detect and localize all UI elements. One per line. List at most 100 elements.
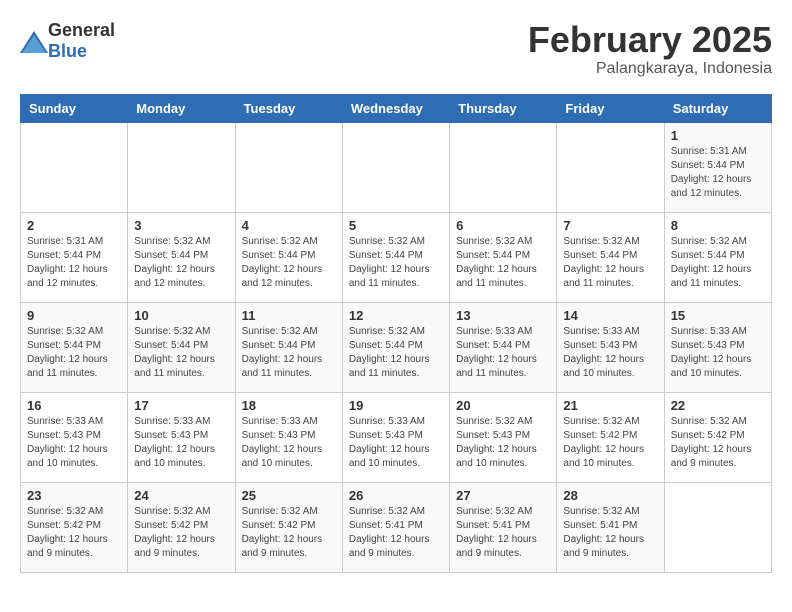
calendar-table: SundayMondayTuesdayWednesdayThursdayFrid… <box>20 94 772 573</box>
calendar-body: 1 Sunrise: 5:31 AM Sunset: 5:44 PM Daylig… <box>21 122 772 572</box>
calendar-week-row: 9 Sunrise: 5:32 AM Sunset: 5:44 PM Daylig… <box>21 302 772 392</box>
weekday-header-cell: Saturday <box>664 94 771 122</box>
day-number: 1 <box>671 128 765 143</box>
day-number: 28 <box>563 488 657 503</box>
day-info: Sunrise: 5:32 AM Sunset: 5:41 PM Dayligh… <box>349 505 443 561</box>
calendar-cell: 18 Sunrise: 5:33 AM Sunset: 5:43 PM Dayli… <box>235 392 342 482</box>
calendar-cell: 23 Sunrise: 5:32 AM Sunset: 5:42 PM Dayli… <box>21 482 128 572</box>
day-info: Sunrise: 5:33 AM Sunset: 5:43 PM Dayligh… <box>134 415 228 471</box>
calendar-cell: 4 Sunrise: 5:32 AM Sunset: 5:44 PM Daylig… <box>235 212 342 302</box>
weekday-header-cell: Thursday <box>450 94 557 122</box>
day-info: Sunrise: 5:32 AM Sunset: 5:44 PM Dayligh… <box>134 325 228 381</box>
day-number: 4 <box>242 218 336 233</box>
calendar-week-row: 2 Sunrise: 5:31 AM Sunset: 5:44 PM Daylig… <box>21 212 772 302</box>
calendar-cell <box>450 122 557 212</box>
logo: General Blue <box>20 20 115 62</box>
day-info: Sunrise: 5:31 AM Sunset: 5:44 PM Dayligh… <box>27 235 121 291</box>
calendar-cell: 24 Sunrise: 5:32 AM Sunset: 5:42 PM Dayli… <box>128 482 235 572</box>
day-info: Sunrise: 5:33 AM Sunset: 5:43 PM Dayligh… <box>563 325 657 381</box>
calendar-cell: 5Sunrise: 5:32 AM Sunset: 5:44 PM Daylig… <box>342 212 449 302</box>
calendar-cell: 16Sunrise: 5:33 AM Sunset: 5:43 PM Dayli… <box>21 392 128 482</box>
day-info: Sunrise: 5:32 AM Sunset: 5:42 PM Dayligh… <box>671 415 765 471</box>
day-info: Sunrise: 5:32 AM Sunset: 5:44 PM Dayligh… <box>456 235 550 291</box>
calendar-cell: 17 Sunrise: 5:33 AM Sunset: 5:43 PM Dayli… <box>128 392 235 482</box>
day-number: 20 <box>456 398 550 413</box>
day-info: Sunrise: 5:32 AM Sunset: 5:42 PM Dayligh… <box>27 505 121 561</box>
calendar-cell: 22 Sunrise: 5:32 AM Sunset: 5:42 PM Dayli… <box>664 392 771 482</box>
day-info: Sunrise: 5:33 AM Sunset: 5:44 PM Dayligh… <box>456 325 550 381</box>
title-block: February 2025 Palangkaraya, Indonesia <box>528 20 772 78</box>
day-number: 25 <box>242 488 336 503</box>
logo-general: General <box>48 20 115 40</box>
weekday-header-row: SundayMondayTuesdayWednesdayThursdayFrid… <box>21 94 772 122</box>
day-info: Sunrise: 5:32 AM Sunset: 5:44 PM Dayligh… <box>27 325 121 381</box>
month-title: February 2025 <box>528 20 772 60</box>
day-info: Sunrise: 5:33 AM Sunset: 5:43 PM Dayligh… <box>349 415 443 471</box>
day-info: Sunrise: 5:32 AM Sunset: 5:43 PM Dayligh… <box>456 415 550 471</box>
logo-icon <box>20 31 44 51</box>
day-info: Sunrise: 5:32 AM Sunset: 5:42 PM Dayligh… <box>242 505 336 561</box>
day-number: 21 <box>563 398 657 413</box>
day-number: 19 <box>349 398 443 413</box>
calendar-cell <box>342 122 449 212</box>
calendar-cell: 25 Sunrise: 5:32 AM Sunset: 5:42 PM Dayli… <box>235 482 342 572</box>
calendar-cell: 26 Sunrise: 5:32 AM Sunset: 5:41 PM Dayli… <box>342 482 449 572</box>
calendar-cell <box>664 482 771 572</box>
day-info: Sunrise: 5:32 AM Sunset: 5:44 PM Dayligh… <box>349 325 443 381</box>
calendar-cell: 13 Sunrise: 5:33 AM Sunset: 5:44 PM Dayli… <box>450 302 557 392</box>
day-number: 16 <box>27 398 121 413</box>
calendar-cell: 21Sunrise: 5:32 AM Sunset: 5:42 PM Dayli… <box>557 392 664 482</box>
day-info: Sunrise: 5:32 AM Sunset: 5:44 PM Dayligh… <box>242 325 336 381</box>
weekday-header-cell: Tuesday <box>235 94 342 122</box>
weekday-header-cell: Sunday <box>21 94 128 122</box>
calendar-cell: 12 Sunrise: 5:32 AM Sunset: 5:44 PM Dayli… <box>342 302 449 392</box>
day-info: Sunrise: 5:32 AM Sunset: 5:44 PM Dayligh… <box>242 235 336 291</box>
day-number: 27 <box>456 488 550 503</box>
day-number: 12 <box>349 308 443 323</box>
day-number: 18 <box>242 398 336 413</box>
day-number: 2 <box>27 218 121 233</box>
calendar-cell: 11 Sunrise: 5:32 AM Sunset: 5:44 PM Dayli… <box>235 302 342 392</box>
day-info: Sunrise: 5:31 AM Sunset: 5:44 PM Dayligh… <box>671 145 765 201</box>
calendar-cell: 10 Sunrise: 5:32 AM Sunset: 5:44 PM Dayli… <box>128 302 235 392</box>
day-info: Sunrise: 5:33 AM Sunset: 5:43 PM Dayligh… <box>242 415 336 471</box>
day-number: 23 <box>27 488 121 503</box>
day-number: 17 <box>134 398 228 413</box>
logo-blue: Blue <box>48 41 87 61</box>
day-number: 9 <box>27 308 121 323</box>
day-number: 22 <box>671 398 765 413</box>
location-title: Palangkaraya, Indonesia <box>528 60 772 78</box>
calendar-cell: 28 Sunrise: 5:32 AM Sunset: 5:41 PM Dayli… <box>557 482 664 572</box>
page-header: General Blue February 2025 Palangkaraya,… <box>20 20 772 78</box>
day-number: 26 <box>349 488 443 503</box>
day-number: 3 <box>134 218 228 233</box>
calendar-week-row: 23 Sunrise: 5:32 AM Sunset: 5:42 PM Dayli… <box>21 482 772 572</box>
day-info: Sunrise: 5:32 AM Sunset: 5:41 PM Dayligh… <box>456 505 550 561</box>
weekday-header-cell: Monday <box>128 94 235 122</box>
calendar-week-row: 16 Sunrise: 5:33 AM Sunset: 5:43 PM Dayli… <box>21 392 772 482</box>
calendar-cell: 1 Sunrise: 5:31 AM Sunset: 5:44 PM Daylig… <box>664 122 771 212</box>
calendar-cell <box>557 122 664 212</box>
day-info: Sunrise: 5:32 AM Sunset: 5:44 PM Dayligh… <box>349 235 443 291</box>
calendar-week-row: 1 Sunrise: 5:31 AM Sunset: 5:44 PM Daylig… <box>21 122 772 212</box>
day-info: Sunrise: 5:32 AM Sunset: 5:42 PM Dayligh… <box>134 505 228 561</box>
day-number: 24 <box>134 488 228 503</box>
calendar-cell: 8Sunrise: 5:32 AM Sunset: 5:44 PM Daylig… <box>664 212 771 302</box>
day-number: 15 <box>671 308 765 323</box>
calendar-cell <box>128 122 235 212</box>
calendar-cell: 20 Sunrise: 5:32 AM Sunset: 5:43 PM Dayli… <box>450 392 557 482</box>
day-number: 10 <box>134 308 228 323</box>
calendar-cell: 14Sunrise: 5:33 AM Sunset: 5:43 PM Dayli… <box>557 302 664 392</box>
day-info: Sunrise: 5:32 AM Sunset: 5:44 PM Dayligh… <box>671 235 765 291</box>
day-info: Sunrise: 5:32 AM Sunset: 5:44 PM Dayligh… <box>563 235 657 291</box>
day-number: 13 <box>456 308 550 323</box>
calendar-cell: 7Sunrise: 5:32 AM Sunset: 5:44 PM Daylig… <box>557 212 664 302</box>
logo-text: General Blue <box>48 20 115 62</box>
calendar-cell: 6 Sunrise: 5:32 AM Sunset: 5:44 PM Daylig… <box>450 212 557 302</box>
calendar-cell <box>235 122 342 212</box>
day-info: Sunrise: 5:32 AM Sunset: 5:41 PM Dayligh… <box>563 505 657 561</box>
day-number: 6 <box>456 218 550 233</box>
weekday-header-cell: Wednesday <box>342 94 449 122</box>
calendar-cell: 9 Sunrise: 5:32 AM Sunset: 5:44 PM Daylig… <box>21 302 128 392</box>
day-number: 11 <box>242 308 336 323</box>
